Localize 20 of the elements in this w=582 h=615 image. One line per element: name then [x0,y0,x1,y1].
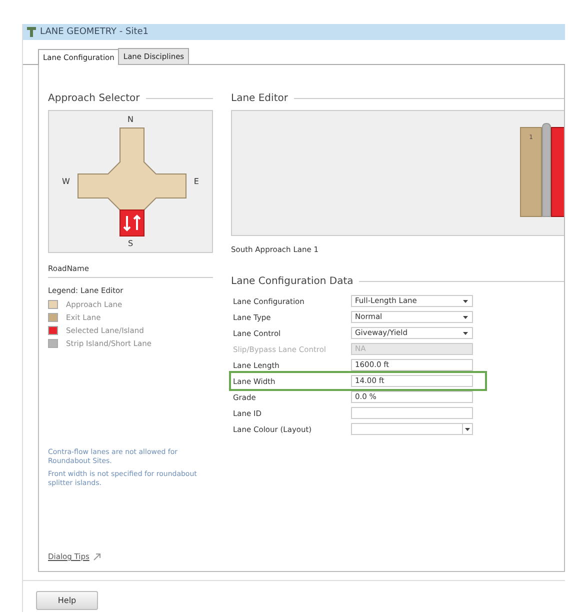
compass-label: S [128,239,134,248]
compass-label: E [194,177,199,186]
help-button[interactable]: Help [36,591,98,610]
compass-label: N [128,115,134,124]
input-field[interactable] [351,407,473,419]
caret-icon [463,316,468,318]
approach-selector[interactable]: N W E S [48,110,213,253]
caret-icon [465,428,470,430]
section-title: Approach Selector [48,93,140,104]
window-title: LANE GEOMETRY - Site1 [40,27,149,37]
compass-label: W [62,177,70,186]
window-icon [27,27,36,37]
section-title: Lane Editor [231,93,288,104]
dropdown[interactable] [351,423,473,435]
section-title: Lane Configuration Data [231,276,354,287]
intersection-drawing[interactable] [76,126,188,238]
external-link-icon [93,552,102,560]
caret-icon [463,332,468,334]
caret-icon [463,300,468,302]
island-strip[interactable] [542,123,551,217]
